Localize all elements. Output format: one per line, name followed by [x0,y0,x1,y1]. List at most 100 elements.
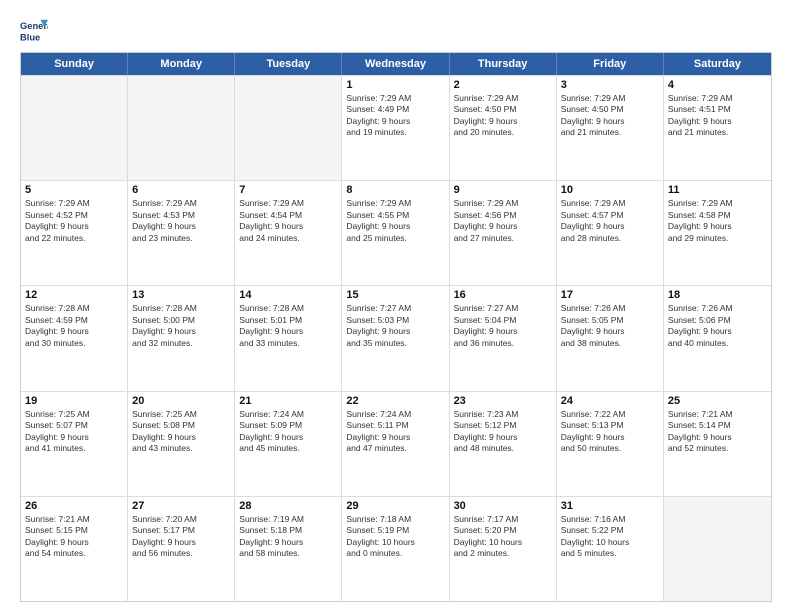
day-cell-14: 14 Sunrise: 7:28 AM Sunset: 5:01 PM Dayli… [235,286,342,390]
day-cell-29: 29 Sunrise: 7:18 AM Sunset: 5:19 PM Dayli… [342,497,449,601]
day-number: 22 [346,395,444,407]
day-info: Sunrise: 7:24 AM Sunset: 5:11 PM Dayligh… [346,409,444,455]
day-number: 30 [454,500,552,512]
svg-text:Blue: Blue [20,32,40,42]
day-info: Sunrise: 7:29 AM Sunset: 4:50 PM Dayligh… [561,93,659,139]
day-cell-9: 9Sunrise: 7:29 AM Sunset: 4:56 PM Daylig… [450,181,557,285]
day-info: Sunrise: 7:29 AM Sunset: 4:51 PM Dayligh… [668,93,767,139]
day-number: 17 [561,289,659,301]
day-number: 8 [346,184,444,196]
day-cell-6: 6 Sunrise: 7:29 AM Sunset: 4:53 PM Daylig… [128,181,235,285]
day-info: Sunrise: 7:20 AM Sunset: 5:17 PM Dayligh… [132,514,230,560]
day-cell-31: 31Sunrise: 7:16 AM Sunset: 5:22 PM Dayli… [557,497,664,601]
day-cell-16: 16Sunrise: 7:27 AM Sunset: 5:04 PM Dayli… [450,286,557,390]
calendar-row-1: 1Sunrise: 7:29 AM Sunset: 4:49 PM Daylig… [21,75,771,180]
day-info: Sunrise: 7:18 AM Sunset: 5:19 PM Dayligh… [346,514,444,560]
day-number: 7 [239,184,337,196]
day-cell-25: 25 Sunrise: 7:21 AM Sunset: 5:14 PM Dayli… [664,392,771,496]
day-number: 24 [561,395,659,407]
day-info: Sunrise: 7:25 AM Sunset: 5:08 PM Dayligh… [132,409,230,455]
weekday-header-monday: Monday [128,53,235,75]
day-info: Sunrise: 7:23 AM Sunset: 5:12 PM Dayligh… [454,409,552,455]
day-number: 26 [25,500,123,512]
calendar-header: SundayMondayTuesdayWednesdayThursdayFrid… [21,53,771,75]
day-cell-18: 18Sunrise: 7:26 AM Sunset: 5:06 PM Dayli… [664,286,771,390]
day-info: Sunrise: 7:29 AM Sunset: 4:50 PM Dayligh… [454,93,552,139]
day-cell-23: 23 Sunrise: 7:23 AM Sunset: 5:12 PM Dayli… [450,392,557,496]
day-number: 14 [239,289,337,301]
day-cell-7: 7 Sunrise: 7:29 AM Sunset: 4:54 PM Daylig… [235,181,342,285]
day-number: 11 [668,184,767,196]
day-info: Sunrise: 7:27 AM Sunset: 5:03 PM Dayligh… [346,303,444,349]
day-cell-19: 19Sunrise: 7:25 AM Sunset: 5:07 PM Dayli… [21,392,128,496]
calendar-body: 1Sunrise: 7:29 AM Sunset: 4:49 PM Daylig… [21,75,771,601]
calendar-row-2: 5 Sunrise: 7:29 AM Sunset: 4:52 PM Daylig… [21,180,771,285]
day-info: Sunrise: 7:28 AM Sunset: 5:01 PM Dayligh… [239,303,337,349]
day-number: 13 [132,289,230,301]
empty-cell [128,76,235,180]
day-cell-22: 22 Sunrise: 7:24 AM Sunset: 5:11 PM Dayli… [342,392,449,496]
day-number: 6 [132,184,230,196]
day-info: Sunrise: 7:17 AM Sunset: 5:20 PM Dayligh… [454,514,552,560]
weekday-header-wednesday: Wednesday [342,53,449,75]
day-info: Sunrise: 7:29 AM Sunset: 4:53 PM Dayligh… [132,198,230,244]
day-cell-28: 28 Sunrise: 7:19 AM Sunset: 5:18 PM Dayli… [235,497,342,601]
empty-cell [664,497,771,601]
day-cell-17: 17 Sunrise: 7:26 AM Sunset: 5:05 PM Dayli… [557,286,664,390]
day-cell-15: 15Sunrise: 7:27 AM Sunset: 5:03 PM Dayli… [342,286,449,390]
day-number: 25 [668,395,767,407]
day-info: Sunrise: 7:26 AM Sunset: 5:05 PM Dayligh… [561,303,659,349]
day-info: Sunrise: 7:19 AM Sunset: 5:18 PM Dayligh… [239,514,337,560]
day-cell-12: 12Sunrise: 7:28 AM Sunset: 4:59 PM Dayli… [21,286,128,390]
weekday-header-friday: Friday [557,53,664,75]
calendar-row-4: 19Sunrise: 7:25 AM Sunset: 5:07 PM Dayli… [21,391,771,496]
day-cell-8: 8 Sunrise: 7:29 AM Sunset: 4:55 PM Daylig… [342,181,449,285]
day-cell-13: 13 Sunrise: 7:28 AM Sunset: 5:00 PM Dayli… [128,286,235,390]
day-number: 3 [561,79,659,91]
day-number: 19 [25,395,123,407]
day-info: Sunrise: 7:29 AM Sunset: 4:57 PM Dayligh… [561,198,659,244]
day-info: Sunrise: 7:29 AM Sunset: 4:52 PM Dayligh… [25,198,123,244]
day-cell-26: 26 Sunrise: 7:21 AM Sunset: 5:15 PM Dayli… [21,497,128,601]
day-cell-30: 30 Sunrise: 7:17 AM Sunset: 5:20 PM Dayli… [450,497,557,601]
day-info: Sunrise: 7:29 AM Sunset: 4:54 PM Dayligh… [239,198,337,244]
empty-cell [235,76,342,180]
day-cell-24: 24Sunrise: 7:22 AM Sunset: 5:13 PM Dayli… [557,392,664,496]
day-cell-27: 27 Sunrise: 7:20 AM Sunset: 5:17 PM Dayli… [128,497,235,601]
day-number: 18 [668,289,767,301]
day-cell-10: 10 Sunrise: 7:29 AM Sunset: 4:57 PM Dayli… [557,181,664,285]
day-number: 23 [454,395,552,407]
day-info: Sunrise: 7:21 AM Sunset: 5:14 PM Dayligh… [668,409,767,455]
day-number: 27 [132,500,230,512]
day-number: 29 [346,500,444,512]
day-info: Sunrise: 7:28 AM Sunset: 5:00 PM Dayligh… [132,303,230,349]
day-info: Sunrise: 7:29 AM Sunset: 4:49 PM Dayligh… [346,93,444,139]
day-info: Sunrise: 7:27 AM Sunset: 5:04 PM Dayligh… [454,303,552,349]
day-cell-20: 20 Sunrise: 7:25 AM Sunset: 5:08 PM Dayli… [128,392,235,496]
day-number: 10 [561,184,659,196]
day-number: 28 [239,500,337,512]
day-info: Sunrise: 7:16 AM Sunset: 5:22 PM Dayligh… [561,514,659,560]
day-cell-21: 21Sunrise: 7:24 AM Sunset: 5:09 PM Dayli… [235,392,342,496]
day-info: Sunrise: 7:29 AM Sunset: 4:55 PM Dayligh… [346,198,444,244]
day-cell-3: 3 Sunrise: 7:29 AM Sunset: 4:50 PM Daylig… [557,76,664,180]
day-number: 9 [454,184,552,196]
day-cell-5: 5 Sunrise: 7:29 AM Sunset: 4:52 PM Daylig… [21,181,128,285]
day-number: 2 [454,79,552,91]
day-info: Sunrise: 7:28 AM Sunset: 4:59 PM Dayligh… [25,303,123,349]
calendar: SundayMondayTuesdayWednesdayThursdayFrid… [20,52,772,602]
day-info: Sunrise: 7:24 AM Sunset: 5:09 PM Dayligh… [239,409,337,455]
day-number: 4 [668,79,767,91]
weekday-header-tuesday: Tuesday [235,53,342,75]
calendar-row-5: 26 Sunrise: 7:21 AM Sunset: 5:15 PM Dayli… [21,496,771,601]
weekday-header-sunday: Sunday [21,53,128,75]
logo: General Blue [20,16,52,44]
day-cell-1: 1Sunrise: 7:29 AM Sunset: 4:49 PM Daylig… [342,76,449,180]
day-info: Sunrise: 7:29 AM Sunset: 4:58 PM Dayligh… [668,198,767,244]
day-info: Sunrise: 7:21 AM Sunset: 5:15 PM Dayligh… [25,514,123,560]
day-cell-11: 11 Sunrise: 7:29 AM Sunset: 4:58 PM Dayli… [664,181,771,285]
day-number: 20 [132,395,230,407]
day-number: 5 [25,184,123,196]
calendar-row-3: 12Sunrise: 7:28 AM Sunset: 4:59 PM Dayli… [21,285,771,390]
weekday-header-thursday: Thursday [450,53,557,75]
